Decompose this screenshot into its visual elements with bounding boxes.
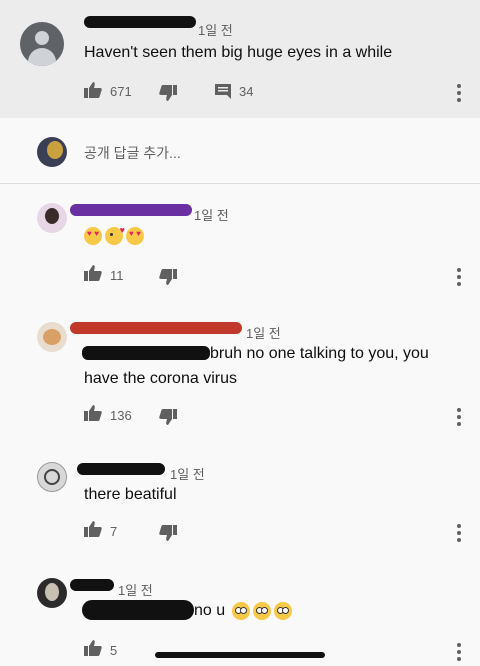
user-avatar[interactable] [37, 462, 67, 492]
heart-eyes-emoji [84, 227, 102, 245]
flushed-emoji [253, 602, 271, 620]
my-avatar [37, 137, 67, 167]
more-options-icon[interactable] [457, 524, 461, 545]
comment-time: 1일 전 [118, 583, 153, 598]
thumbs-up-icon[interactable] [84, 521, 102, 537]
like-count: 11 [110, 268, 124, 283]
more-options-icon[interactable] [457, 268, 461, 289]
smiling-hearts-emoji [126, 227, 144, 245]
comment-time: 1일 전 [198, 23, 233, 38]
flushed-emoji [232, 602, 250, 620]
thumbs-up-icon[interactable] [84, 265, 102, 281]
like-count: 136 [110, 408, 132, 423]
comment-text: there beatiful [84, 486, 177, 503]
user-avatar[interactable] [37, 322, 67, 352]
redacted-mention [82, 600, 194, 620]
comment-text-continued: have the corona virus [84, 370, 237, 387]
comment-text: bruh no one talking to you, you [210, 345, 429, 362]
comment-time: 1일 전 [170, 467, 205, 482]
flushed-emoji [274, 602, 292, 620]
thumbs-down-icon[interactable] [159, 269, 177, 285]
emoji-row [232, 602, 295, 620]
thumbs-down-icon[interactable] [159, 525, 177, 541]
redacted-username [70, 579, 114, 591]
like-count: 671 [110, 84, 132, 99]
comment-text: Haven't seen them big huge eyes in a whi… [84, 44, 393, 61]
thumbs-down-icon[interactable] [159, 85, 177, 101]
user-avatar[interactable] [37, 578, 67, 608]
user-avatar[interactable] [37, 203, 67, 233]
more-options-icon[interactable] [457, 643, 461, 664]
thumbs-up-icon[interactable] [84, 405, 102, 421]
comment-time: 1일 전 [194, 208, 229, 223]
emoji-row [84, 225, 147, 245]
thumbs-up-icon[interactable] [84, 82, 102, 98]
redacted-username [70, 322, 242, 334]
redacted-username [70, 204, 192, 216]
comment-text: no u [194, 602, 226, 619]
default-avatar[interactable] [20, 22, 64, 66]
redacted-username [84, 16, 196, 28]
like-count: 5 [110, 643, 118, 658]
add-reply-input[interactable]: 공개 답글 추가... [84, 143, 181, 163]
like-count: 7 [110, 524, 118, 539]
redacted-mention [82, 346, 210, 360]
thumbs-down-icon[interactable] [159, 409, 177, 425]
thumbs-up-icon[interactable] [84, 640, 102, 656]
more-options-icon[interactable] [457, 84, 461, 105]
home-indicator[interactable] [155, 652, 325, 658]
reply-count: 34 [239, 84, 254, 99]
redacted-username [77, 463, 165, 475]
comment-icon[interactable] [215, 84, 231, 99]
kiss-emoji [105, 225, 125, 245]
comment-time: 1일 전 [246, 326, 281, 341]
more-options-icon[interactable] [457, 408, 461, 429]
parent-comment: 1일 전 Haven't seen them big huge eyes in … [0, 0, 480, 118]
divider [0, 183, 480, 184]
